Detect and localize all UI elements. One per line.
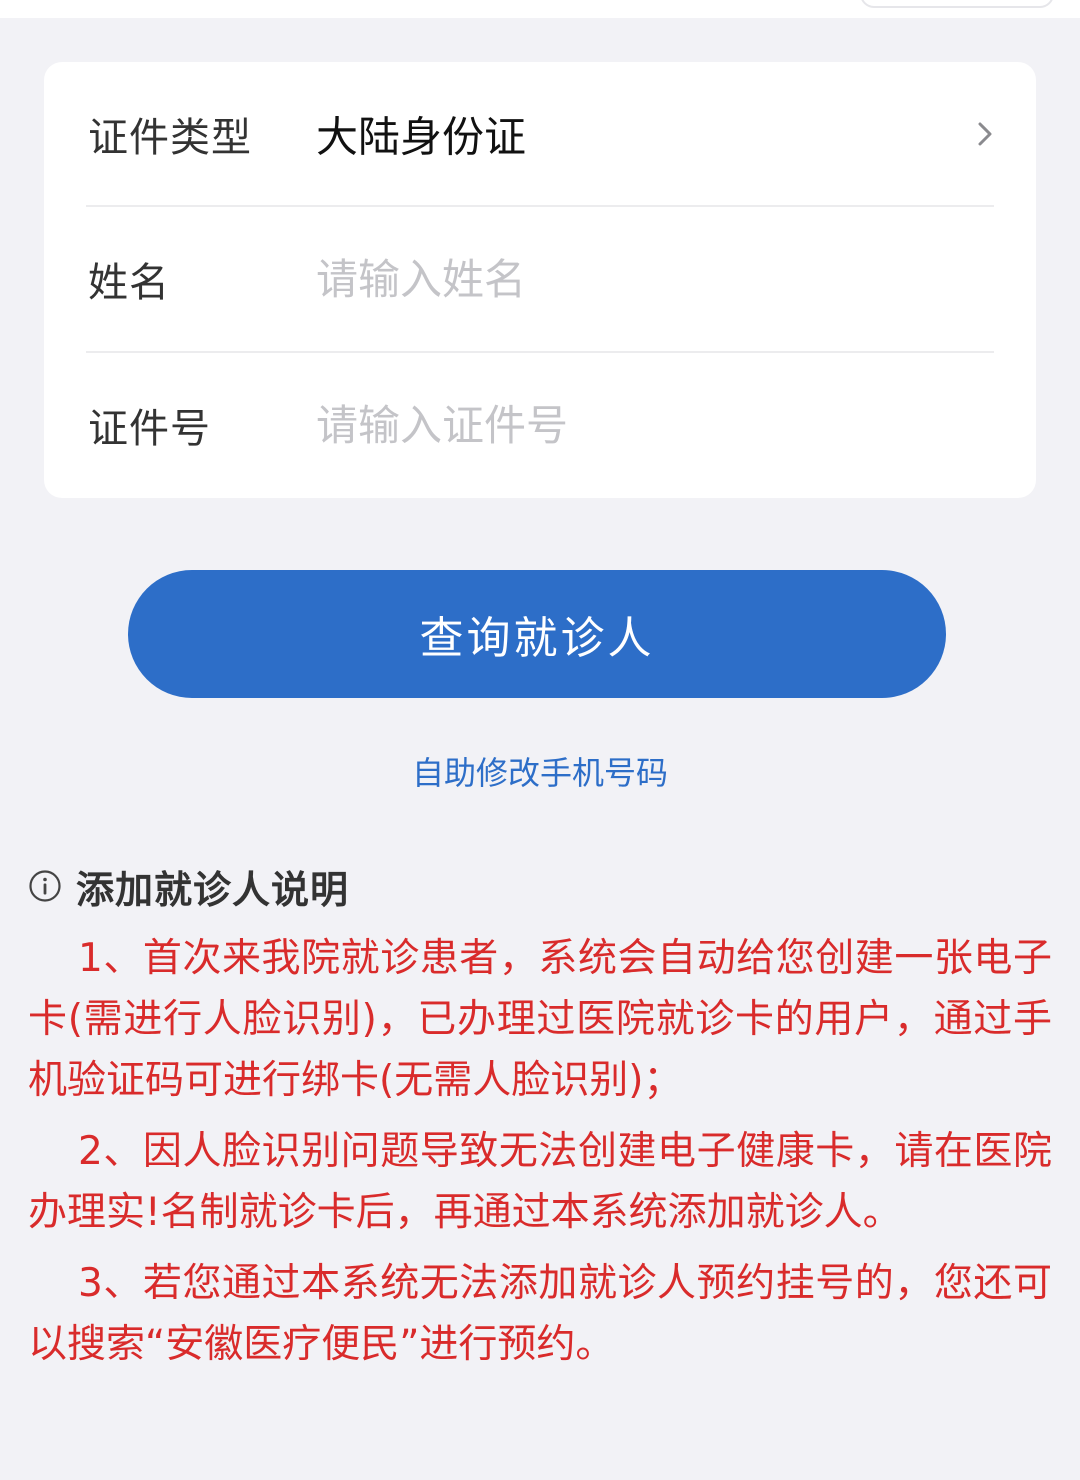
- id-number-input[interactable]: [316, 390, 976, 460]
- id-type-label: 证件类型: [88, 115, 252, 161]
- name-input[interactable]: [316, 244, 976, 314]
- name-row: 姓名: [44, 207, 1036, 351]
- notes-header: 添加就诊人说明: [28, 858, 349, 914]
- top-capsule: [860, 0, 1054, 8]
- chevron-right-icon: [978, 122, 992, 146]
- name-label: 姓名: [88, 260, 170, 306]
- note-item: 1、首次来我院就诊患者，系统会自动给您创建一张电子卡(需进行人脸识别)，已办理过…: [28, 936, 1052, 1103]
- id-type-row[interactable]: 证件类型 大陆身份证: [44, 62, 1036, 206]
- id-number-row: 证件号: [44, 353, 1036, 497]
- note-item: 3、若您通过本系统无法添加就诊人预约挂号的，您还可以搜索“安徽医疗便民”进行预约…: [28, 1261, 1052, 1367]
- notes-body: 1、首次来我院就诊患者，系统会自动给您创建一张电子卡(需进行人脸识别)，已办理过…: [28, 928, 1052, 1385]
- notes-title: 添加就诊人说明: [76, 867, 350, 912]
- info-icon: [29, 870, 61, 902]
- id-type-value: 大陆身份证: [316, 112, 527, 162]
- modify-phone-link[interactable]: 自助修改手机号码: [0, 748, 1080, 794]
- id-number-label: 证件号: [88, 406, 211, 452]
- query-patient-button[interactable]: 查询就诊人: [128, 570, 946, 698]
- note-item: 2、因人脸识别问题导致无法创建电子健康卡，请在医院办理实!名制就诊卡后，再通过本…: [28, 1129, 1052, 1235]
- top-bar: [0, 0, 1080, 18]
- patient-form-card: 证件类型 大陆身份证 姓名 证件号: [44, 62, 1036, 498]
